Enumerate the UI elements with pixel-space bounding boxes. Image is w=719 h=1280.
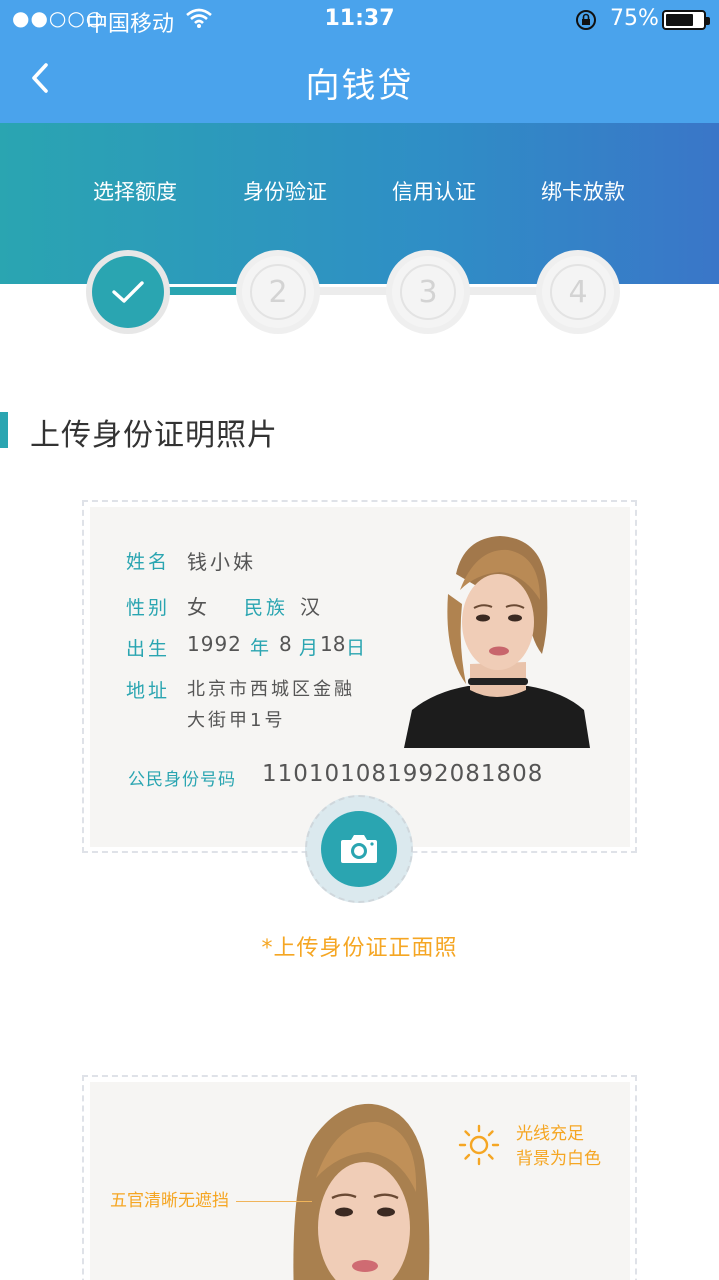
step-label-1: 选择额度: [93, 180, 177, 204]
address-line-1: 北京市西城区金融: [187, 679, 355, 700]
birth-day-unit: 日: [346, 637, 369, 659]
name-value: 钱小妹: [187, 550, 256, 574]
camera-icon: [341, 835, 377, 863]
camera-button-inner: [321, 811, 397, 887]
birth-month: 8: [279, 632, 295, 656]
gender-label: 性别: [126, 597, 171, 619]
upload-front-note: *上传身份证正面照: [261, 936, 458, 961]
step-2-circle: 2: [242, 256, 314, 328]
address-label: 地址: [126, 680, 171, 702]
step-2-number: 2: [250, 264, 306, 320]
face-photo: [293, 1103, 430, 1280]
birth-label: 出生: [126, 638, 171, 660]
step-3-circle: 3: [392, 256, 464, 328]
status-bar: ●●○○○ 中国移动 11:37 75%: [0, 0, 719, 40]
step-label-2: 身份验证: [243, 180, 327, 204]
camera-upload-button[interactable]: [305, 795, 413, 903]
checkmark-icon: [112, 281, 144, 303]
tip-lighting-line-2: 背景为白色: [516, 1149, 601, 1169]
section-title: 上传身份证明照片: [30, 418, 278, 453]
name-label: 姓名: [126, 551, 171, 573]
top-bar: ●●○○○ 中国移动 11:37 75% 向钱贷: [0, 0, 719, 123]
battery-percent: 75%: [610, 6, 659, 31]
section-accent-bar: [0, 412, 8, 448]
page-title: 向钱贷: [305, 66, 414, 106]
ethnicity-label: 民族: [244, 597, 289, 619]
birth-year: 1992: [187, 632, 242, 656]
battery-fill: [666, 14, 693, 26]
birth-day: 18: [320, 632, 346, 656]
sun-icon: [458, 1124, 500, 1166]
portrait-photo: [404, 536, 590, 748]
id-number-label: 公民身份号码: [128, 770, 236, 790]
step-4-circle: 4: [542, 256, 614, 328]
tip-lighting-line-1: 光线充足: [516, 1124, 584, 1144]
id-number-value: 110101081992081808: [262, 761, 544, 787]
birth-year-unit: 年: [250, 637, 273, 659]
step-label-3: 信用认证: [392, 180, 476, 204]
birth-month-unit: 月: [299, 637, 322, 659]
battery-icon: [662, 10, 710, 30]
tip-pointer-line: [236, 1201, 312, 1202]
step-3-number: 3: [400, 264, 456, 320]
step-4-number: 4: [550, 264, 606, 320]
step-label-4: 绑卡放款: [541, 180, 625, 204]
step-1-circle: [92, 256, 164, 328]
rotation-lock-icon: [574, 8, 598, 38]
gender-value: 女: [187, 595, 210, 619]
address-line-2: 大街甲1号: [187, 710, 286, 731]
tip-features-clear: 五官清晰无遮挡: [110, 1191, 229, 1211]
ethnicity-value: 汉: [300, 595, 323, 619]
